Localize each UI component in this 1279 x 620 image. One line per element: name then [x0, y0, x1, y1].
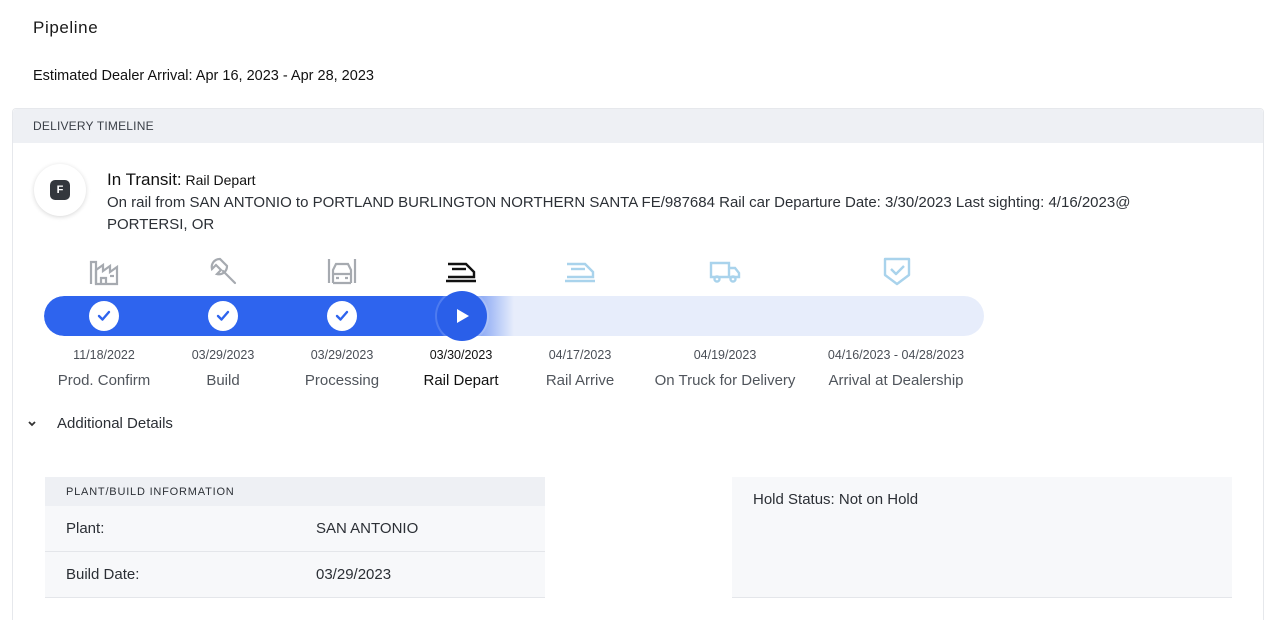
info-label: Plant:	[66, 520, 105, 537]
info-value: 03/29/2023	[316, 566, 392, 583]
progress-track	[44, 296, 984, 336]
current-stage-play-icon	[437, 291, 487, 341]
additional-details-label: Additional Details	[57, 415, 173, 432]
hold-status-text: Hold Status: Not on Hold	[753, 491, 919, 508]
wrench-icon	[205, 254, 241, 288]
estimated-dealer-arrival: Estimated Dealer Arrival: Apr 16, 2023 -…	[33, 68, 374, 84]
train-icon	[562, 254, 598, 288]
chevron-down-icon	[27, 418, 47, 430]
additional-details-toggle[interactable]: Additional Details	[27, 415, 173, 432]
factory-icon	[86, 254, 122, 288]
plant-build-info-card: PLANT/BUILD INFORMATION Plant: SAN ANTON…	[45, 477, 545, 598]
info-row-plant: Plant: SAN ANTONIO	[45, 506, 545, 552]
train-icon	[443, 254, 479, 288]
status-label: In Transit:	[107, 170, 182, 189]
vehicle-front-icon	[324, 254, 360, 288]
plant-build-info-header: PLANT/BUILD INFORMATION	[45, 477, 545, 506]
stage-date: 04/16/2023 - 04/28/2023	[827, 348, 965, 362]
status-description: On rail from SAN ANTONIO to PORTLAND BUR…	[107, 194, 1131, 233]
shield-check-icon	[879, 254, 915, 288]
info-value: SAN ANTONIO	[316, 520, 419, 537]
stage-name: On Truck for Delivery	[654, 372, 796, 389]
truck-icon	[707, 254, 743, 288]
status-badge: F	[50, 180, 70, 200]
page-title: Pipeline	[33, 18, 99, 37]
status-badge-circle: F	[34, 164, 86, 216]
stage-complete-check-icon	[208, 301, 238, 331]
status-line: In Transit: Rail Depart	[107, 170, 256, 190]
delivery-timeline-panel: DELIVERY TIMELINE F In Transit: Rail Dep…	[12, 108, 1264, 620]
stage-name: Arrival at Dealership	[828, 372, 964, 389]
stage-complete-check-icon	[89, 301, 119, 331]
info-row-build-date: Build Date: 03/29/2023	[45, 552, 545, 598]
delivery-timeline-header: DELIVERY TIMELINE	[13, 109, 1263, 143]
stage-date: 04/19/2023	[693, 348, 757, 362]
stage-complete-check-icon	[327, 301, 357, 331]
hold-status-card: Hold Status: Not on Hold	[732, 477, 1232, 598]
info-label: Build Date:	[66, 566, 140, 583]
status-value: Rail Depart	[185, 172, 256, 188]
